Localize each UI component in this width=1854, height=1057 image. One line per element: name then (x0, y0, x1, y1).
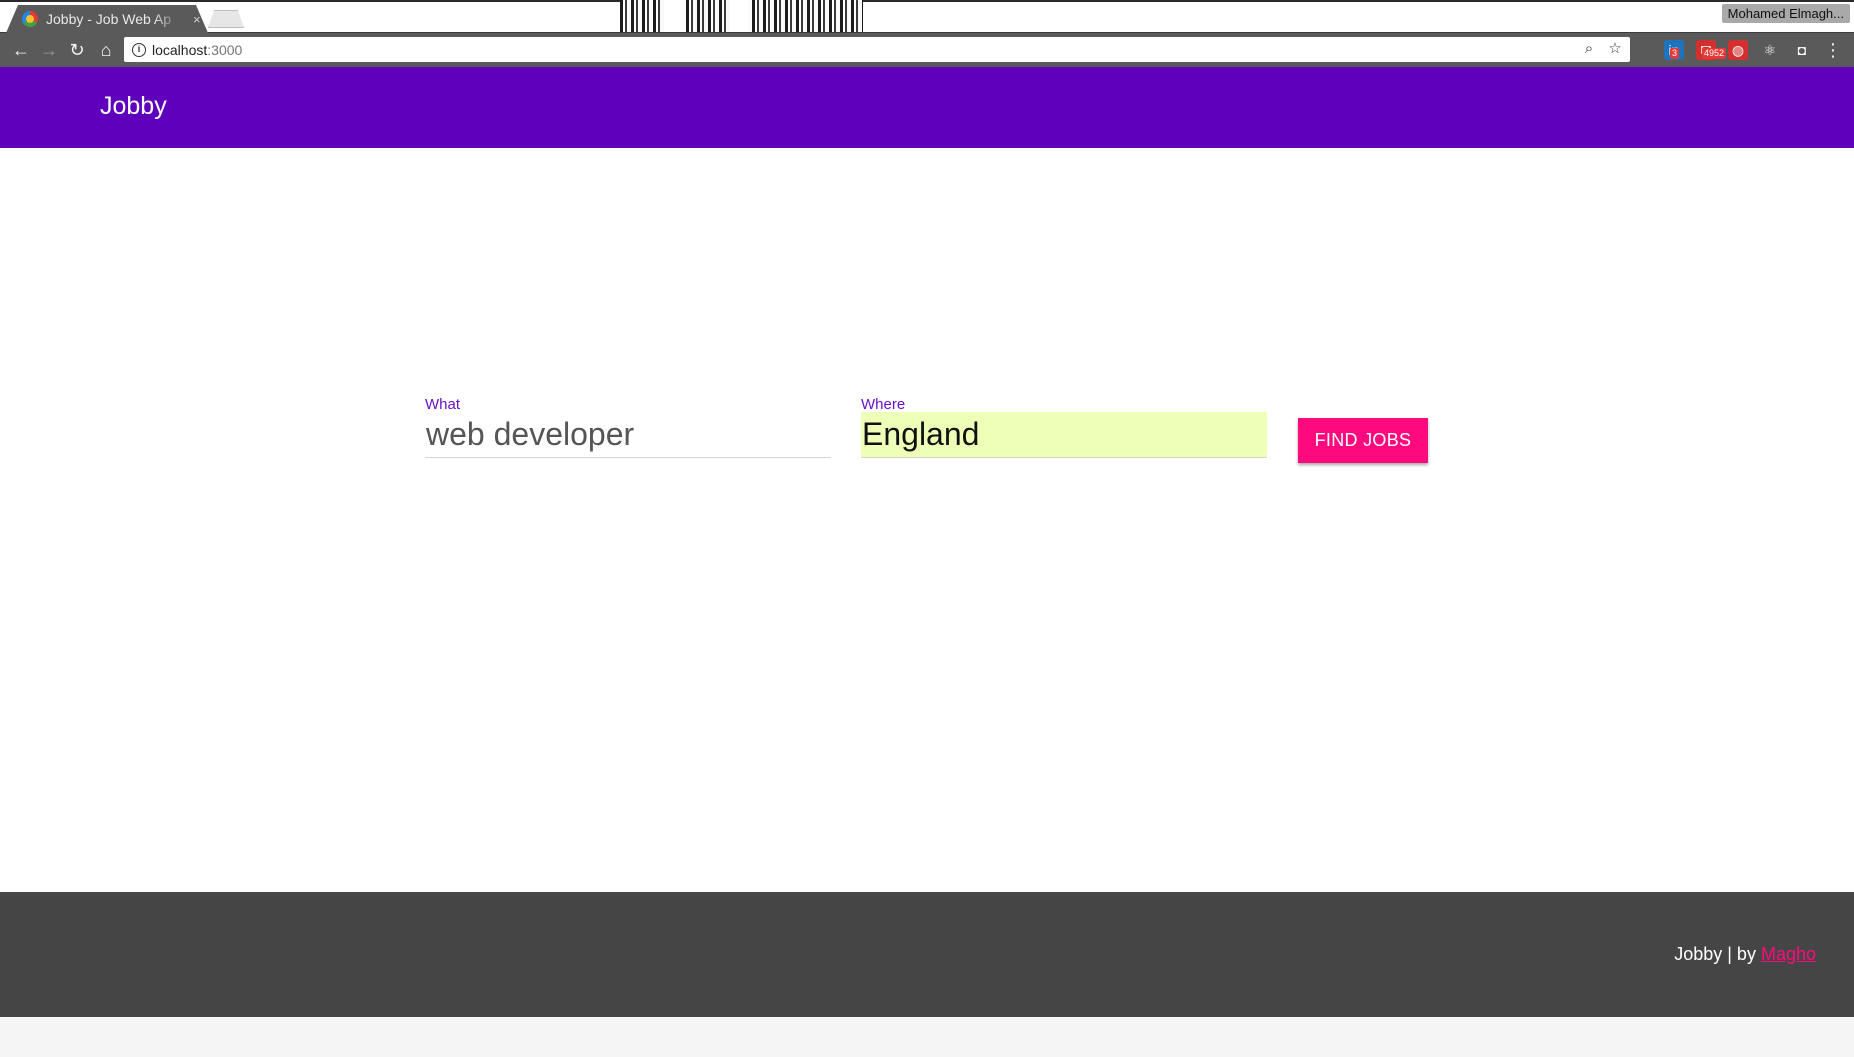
app-header: Jobby (0, 67, 1854, 148)
footer-text: Jobby | by (1674, 944, 1761, 964)
what-label: What (425, 396, 461, 413)
tab-title: Jobby - Job Web Ap (46, 11, 172, 27)
url-host: localhost (152, 41, 208, 58)
titlebar-decoration (620, 0, 863, 32)
back-arrow-icon[interactable]: ← (10, 39, 32, 61)
profile-badge[interactable]: Mohamed Elmagh... (1721, 4, 1850, 23)
find-jobs-button[interactable]: FIND JOBS (1298, 418, 1428, 463)
adblock-extension-icon[interactable]: ◍ (1728, 40, 1748, 60)
where-field: Where (861, 396, 1267, 458)
brand-title[interactable]: Jobby (100, 92, 167, 121)
new-tab-button[interactable] (208, 10, 244, 28)
browser-toolbar: ← → ↻ ⌂ i localhost:3000 ⌕ ☆ in3✉4952◍⚛◘… (0, 33, 1854, 67)
browser-menu-icon[interactable]: ⋮ (1822, 39, 1844, 61)
where-label: Where (861, 396, 906, 413)
browser-titlebar: Jobby - Job Web Ap × Mohamed Elmagh... (0, 0, 1854, 33)
react-devtools-extension-icon[interactable]: ⚛ (1760, 40, 1780, 60)
what-field: What (425, 396, 831, 458)
info-icon[interactable]: i (132, 42, 146, 57)
zoom-icon[interactable]: ⌕ (1580, 40, 1598, 58)
favicon-icon (22, 11, 38, 27)
app-footer: Jobby | by Magho (0, 892, 1854, 1017)
reload-icon[interactable]: ↻ (66, 39, 88, 61)
browser-tab-active[interactable]: Jobby - Job Web Ap × (6, 5, 208, 33)
where-input[interactable] (861, 412, 1267, 458)
home-icon[interactable]: ⌂ (95, 39, 117, 61)
gmail-extension-badge: 4952 (1702, 48, 1727, 59)
screenshot-extension-icon[interactable]: ◘ (1792, 40, 1812, 60)
bookmark-star-icon[interactable]: ☆ (1606, 40, 1624, 58)
main-content: What Where FIND JOBS (0, 148, 1854, 892)
address-bar[interactable]: i localhost:3000 ⌕ ☆ (124, 37, 1630, 62)
linkedin-extension-badge: 3 (1670, 48, 1680, 59)
author-link[interactable]: Magho (1761, 944, 1816, 964)
footer-credit: Jobby | by Magho (1674, 944, 1816, 965)
forward-arrow-icon[interactable]: → (38, 39, 60, 61)
tab-close-icon[interactable]: × (193, 12, 201, 27)
url-port: :3000 (207, 41, 243, 58)
what-input[interactable] (425, 412, 831, 458)
